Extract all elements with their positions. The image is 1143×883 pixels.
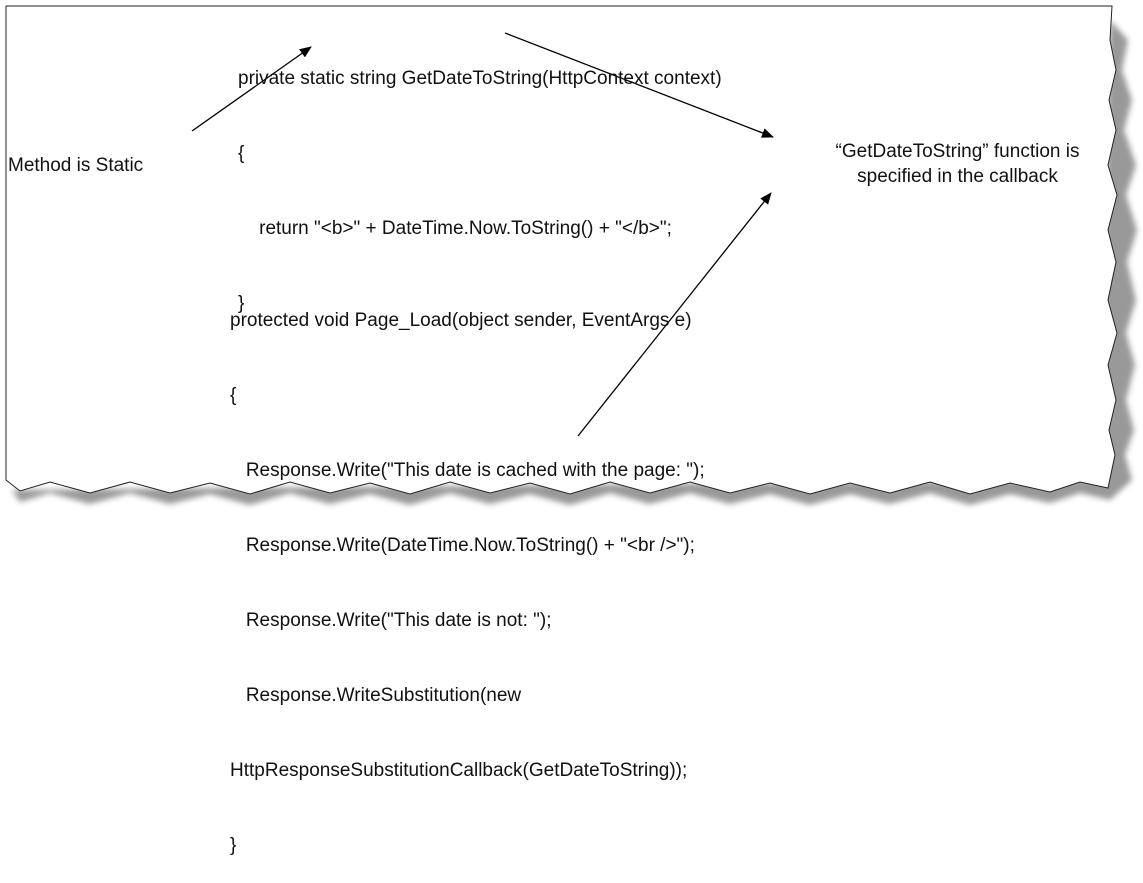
annotation-line: “GetDateToString” function is: [835, 141, 1080, 162]
annotation-line: specified in the callback: [857, 166, 1058, 187]
code-line: HttpResponseSubstitutionCallback(GetDate…: [230, 760, 688, 781]
annotation-callback-function: “GetDateToString” function is specified …: [790, 139, 1125, 189]
code-block-page-load: protected void Page_Load(object sender, …: [230, 258, 705, 883]
code-line: private static string GetDateToString(Ht…: [238, 68, 722, 89]
code-line: }: [230, 835, 237, 856]
code-line: {: [230, 385, 237, 406]
code-line: Response.WriteSubstitution(new: [230, 685, 522, 706]
code-line: {: [238, 143, 245, 164]
code-line: Response.Write("This date is cached with…: [230, 460, 705, 481]
code-line: Response.Write(DateTime.Now.ToString() +…: [230, 535, 695, 556]
code-line: return "<b>" + DateTime.Now.ToString() +…: [238, 218, 672, 239]
code-line: protected void Page_Load(object sender, …: [230, 310, 692, 331]
annotation-method-is-static: Method is Static: [8, 155, 144, 176]
code-line: Response.Write("This date is not: ");: [230, 610, 552, 631]
